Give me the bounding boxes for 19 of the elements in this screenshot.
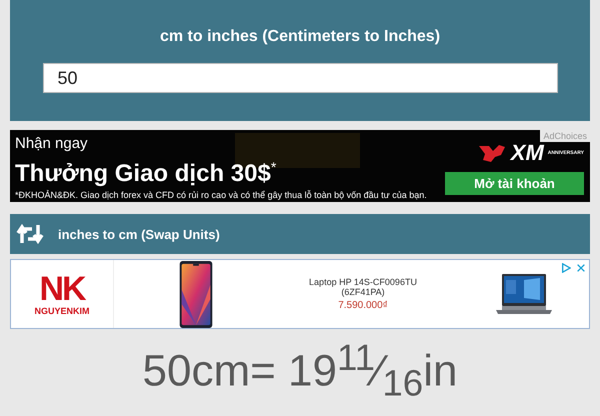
input-field[interactable]: 50 xyxy=(42,63,558,93)
product-price: 7.590.000₫ xyxy=(337,300,389,311)
swap-units-button[interactable]: inches to cm (Swap Units) xyxy=(10,214,590,254)
swap-icon xyxy=(16,223,44,245)
brand-logo: XM xyxy=(510,140,544,166)
ad-info-icon[interactable] xyxy=(561,263,571,273)
close-icon[interactable] xyxy=(576,263,586,273)
store-brand: NGUYENKIM xyxy=(34,306,90,316)
converter-title: cm to inches (Centimeters to Inches) xyxy=(160,28,440,46)
store-logo: NK xyxy=(39,272,85,306)
ad-disclaimer: *ĐKHOẢN&ĐK. Giao dịch forex và CFD có rủi ro cao và có thể gây thua lỗ toàn bộ vốn đầu tư của bạn. xyxy=(15,190,427,200)
ad-headline: Thưởng Giao dịch 30$$^{*}$ xyxy=(15,158,278,188)
bull-logo-icon xyxy=(476,143,507,163)
ad-subheadline: Nhận ngay xyxy=(15,135,88,152)
swap-label: inches to cm (Swap Units) xyxy=(58,226,220,242)
product-ad[interactable]: NK NGUYENKIM Laptop HP 14S-CF0096TU (6ZF41PA) 7.590.000₫ xyxy=(10,259,590,329)
open-account-button[interactable]: Mở tài khoản xyxy=(445,172,584,195)
product-name: Laptop HP 14S-CF0096TU (6ZF41PA) xyxy=(308,277,418,297)
conversion-result: 50cm= 19$^{11}$⁄$_{16}$in xyxy=(142,337,458,404)
